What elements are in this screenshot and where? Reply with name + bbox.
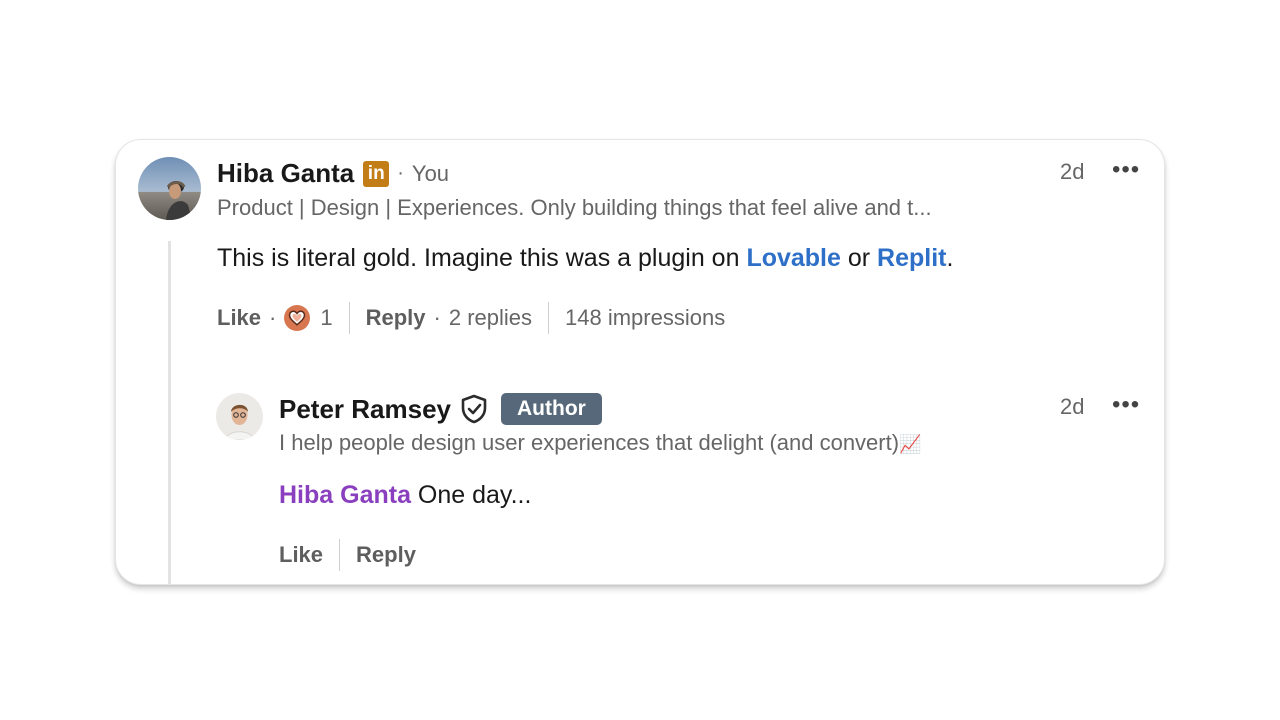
comment-time: 2d bbox=[1060, 159, 1085, 184]
separator-dot: · bbox=[269, 305, 277, 330]
comment-actions: Like · 1 Reply · 2 replies 148 impressio… bbox=[217, 302, 725, 334]
separator-dot: · bbox=[397, 162, 404, 184]
reply-reply-button[interactable]: Reply bbox=[356, 542, 416, 568]
lovable-link[interactable]: Lovable bbox=[746, 244, 840, 272]
chart-increasing-icon: 📈 bbox=[899, 434, 922, 454]
more-icon[interactable]: ••• bbox=[1112, 156, 1140, 184]
author-badge: Author bbox=[501, 393, 602, 425]
thread-line bbox=[168, 241, 171, 584]
reply-author-name[interactable]: Peter Ramsey bbox=[279, 394, 451, 425]
impressions-count[interactable]: 148 impressions bbox=[565, 305, 725, 331]
replies-count[interactable]: 2 replies bbox=[449, 305, 532, 331]
reply-more-icon[interactable]: ••• bbox=[1112, 391, 1140, 419]
verified-shield-icon bbox=[460, 394, 488, 424]
action-divider bbox=[339, 539, 341, 571]
comment-text-prefix: This is literal gold. Imagine this was a… bbox=[217, 244, 747, 272]
comment-header: Hiba Ganta in · You bbox=[217, 158, 449, 189]
avatar-peter[interactable] bbox=[216, 393, 263, 440]
you-label: You bbox=[411, 160, 450, 186]
comment-body: This is literal gold. Imagine this was a… bbox=[217, 244, 953, 273]
reply-text: One day... bbox=[410, 481, 532, 509]
replit-link[interactable]: Replit bbox=[877, 244, 946, 272]
reply-author-headline: I help people design user experiences th… bbox=[279, 430, 921, 456]
mention-link[interactable]: Hiba Ganta bbox=[279, 481, 411, 509]
comment-text-middle: or bbox=[840, 244, 878, 272]
comment-text-suffix: . bbox=[946, 244, 954, 272]
comment-card: Hiba Ganta in · You 2d ••• Product | Des… bbox=[115, 139, 1165, 585]
like-button[interactable]: Like bbox=[217, 305, 261, 331]
action-divider bbox=[348, 302, 350, 334]
reply-header: Peter Ramsey Author bbox=[279, 393, 602, 425]
reaction-count[interactable]: 1 bbox=[320, 305, 332, 331]
reply-button[interactable]: Reply bbox=[366, 305, 426, 331]
heart-reaction-icon[interactable] bbox=[284, 305, 311, 331]
reply-body: Hiba Ganta One day... bbox=[279, 481, 531, 510]
linkedin-icon: in bbox=[363, 160, 390, 187]
reply-like-button[interactable]: Like bbox=[279, 542, 323, 568]
reply-time: 2d bbox=[1060, 394, 1085, 419]
separator-dot: · bbox=[433, 305, 441, 330]
reply-actions: Like Reply bbox=[279, 539, 416, 571]
author-headline: Product | Design | Experiences. Only bui… bbox=[217, 195, 932, 220]
avatar-hiba[interactable] bbox=[138, 157, 201, 220]
action-divider bbox=[548, 302, 550, 334]
reply-headline-text: I help people design user experiences th… bbox=[279, 430, 900, 455]
author-name[interactable]: Hiba Ganta bbox=[217, 158, 354, 189]
